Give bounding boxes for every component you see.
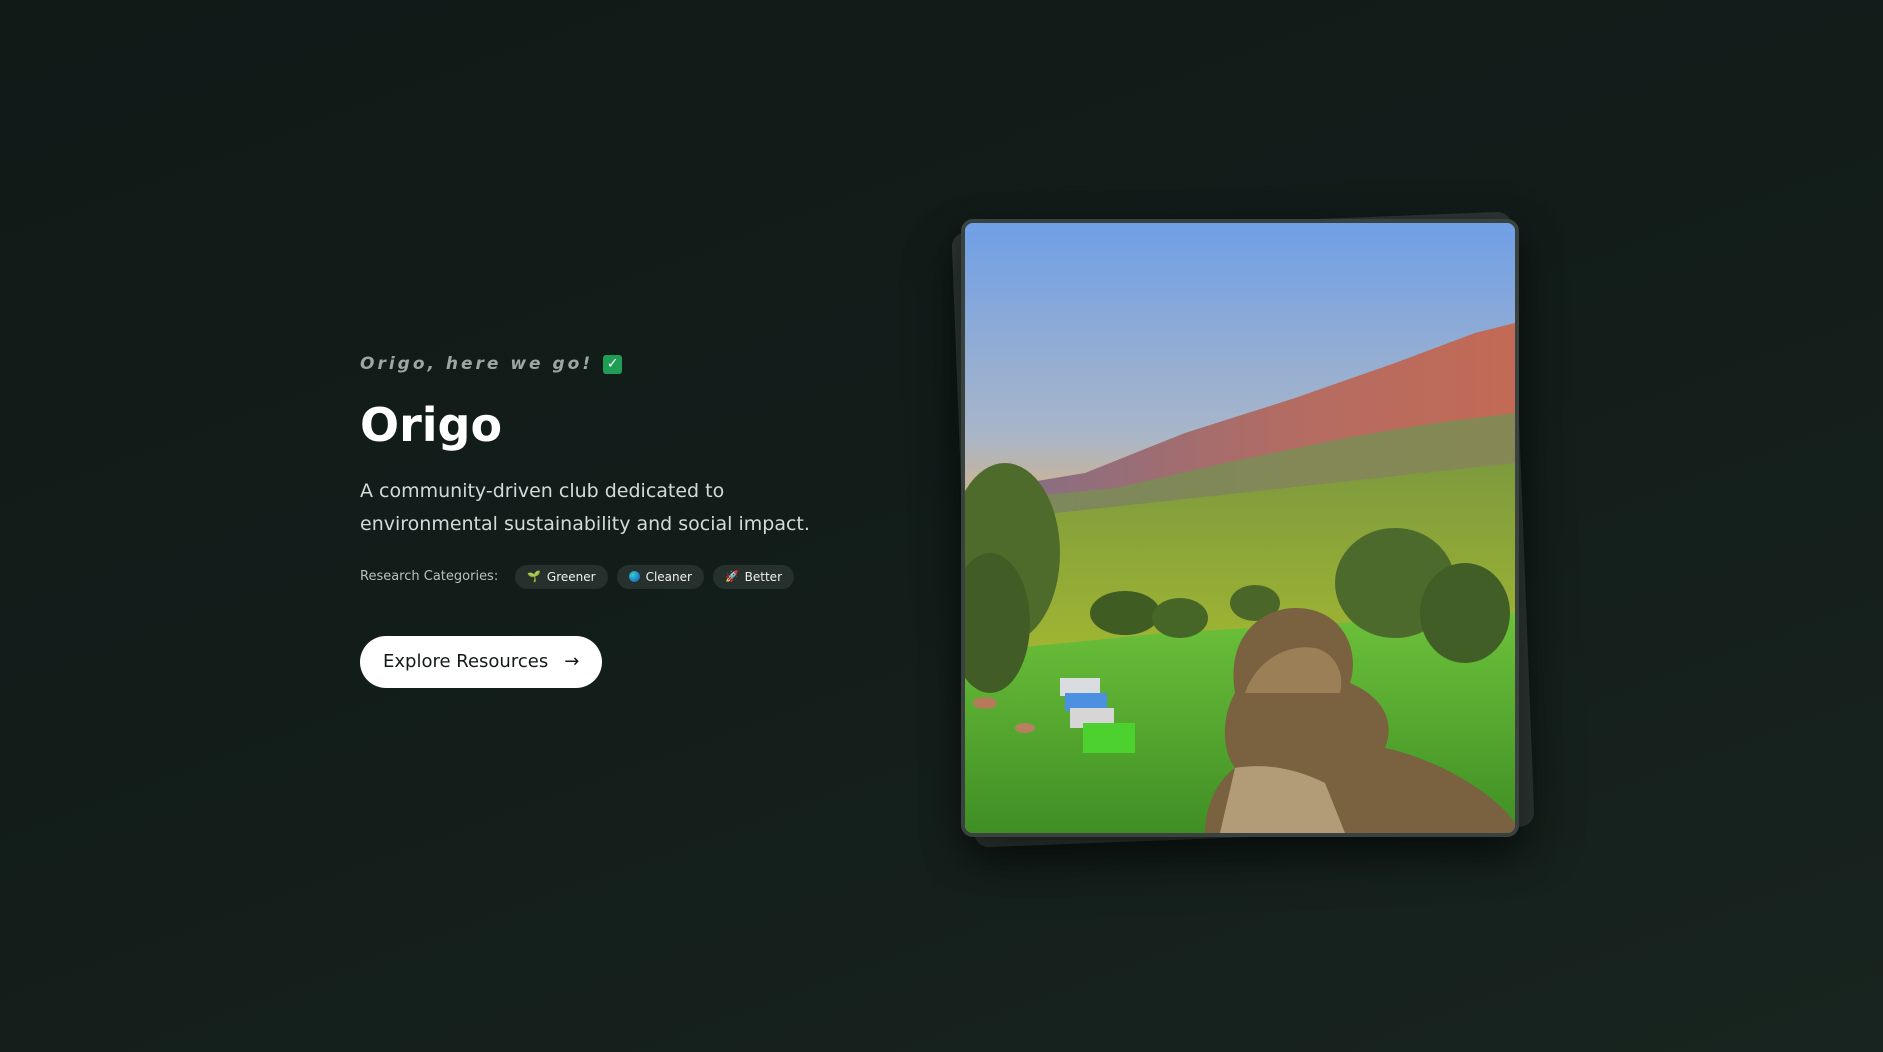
hero-section: Origo, here we go! ✓ Origo A community-d… xyxy=(360,350,880,688)
category-chip-cleaner[interactable]: Cleaner xyxy=(616,564,704,589)
arrow-right-icon: → xyxy=(564,651,580,673)
check-mark-icon: ✓ xyxy=(603,354,623,374)
category-chip-greener[interactable]: 🌱 Greener xyxy=(515,564,608,589)
hero-photo xyxy=(961,219,1519,837)
sprout-icon: 🌱 xyxy=(527,570,541,584)
hero-tagline-text: Origo, here we go! xyxy=(360,354,594,374)
category-chip-label: Better xyxy=(744,569,782,584)
page-title: Origo xyxy=(360,398,503,452)
globe-icon xyxy=(628,571,640,583)
hero-description: A community-driven club dedicated to env… xyxy=(360,479,810,535)
landscape-illustration xyxy=(965,223,1515,833)
explore-resources-label: Explore Resources xyxy=(383,651,549,673)
rocket-icon: 🚀 xyxy=(724,570,739,584)
category-chip-label: Greener xyxy=(546,569,596,584)
explore-resources-button[interactable]: Explore Resources → xyxy=(360,635,603,688)
hero-photo-stage xyxy=(945,200,1535,850)
categories-label: Research Categories: xyxy=(360,569,499,585)
hero-tagline: Origo, here we go! ✓ xyxy=(360,350,880,378)
research-categories: Research Categories: 🌱 Greener Cleaner 🚀… xyxy=(360,564,880,589)
category-chip-label: Cleaner xyxy=(645,569,692,584)
category-chip-better[interactable]: 🚀 Better xyxy=(712,564,794,589)
